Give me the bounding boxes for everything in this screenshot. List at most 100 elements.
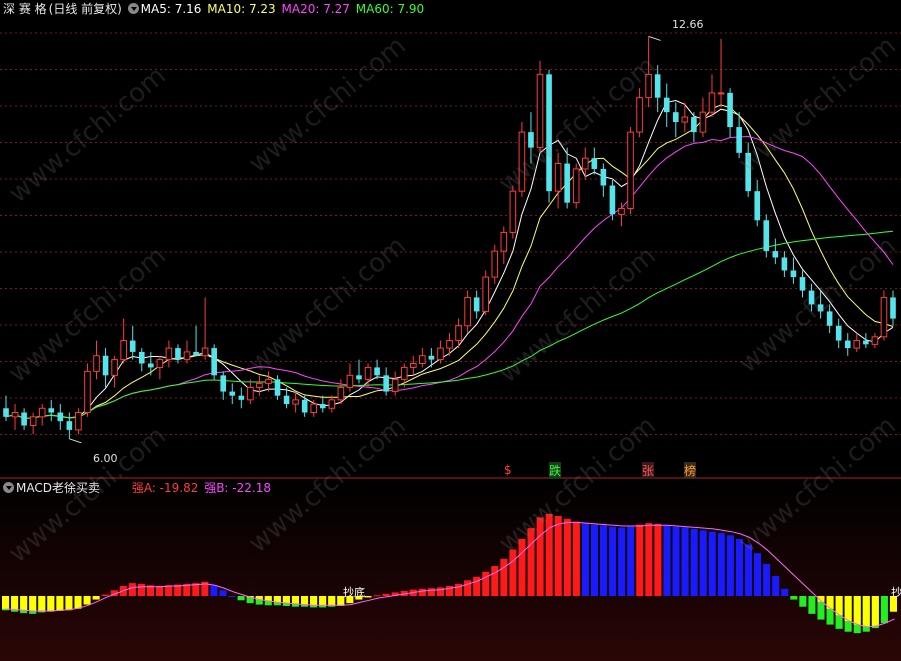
candle-body bbox=[310, 403, 318, 414]
candle-body bbox=[763, 220, 770, 252]
macd-bar bbox=[563, 518, 571, 596]
price-header: 深 赛 格 (日线 前复权) MA5: 7.16 MA10: 7.23 MA20:… bbox=[3, 2, 426, 16]
candle-body bbox=[708, 92, 716, 113]
macd-bar bbox=[373, 595, 381, 597]
candle-body bbox=[328, 399, 336, 409]
candle-body bbox=[564, 163, 570, 203]
candle-body bbox=[57, 412, 64, 422]
macd-bar bbox=[92, 596, 100, 600]
candle-body bbox=[600, 168, 607, 186]
candle-body bbox=[156, 359, 164, 368]
candle-body bbox=[29, 416, 37, 427]
macd-bar-overlay bbox=[11, 596, 19, 610]
candle-body bbox=[464, 296, 471, 327]
macd-bar-overlay bbox=[853, 596, 861, 625]
macd-bar bbox=[228, 596, 236, 597]
macd-bar-overlay bbox=[47, 596, 55, 611]
dropdown-icon[interactable] bbox=[127, 3, 139, 14]
macd-bar-overlay bbox=[328, 596, 336, 606]
macd-bar bbox=[210, 585, 218, 596]
candle-body bbox=[663, 97, 670, 113]
indicator-dropdown-icon[interactable] bbox=[3, 482, 14, 493]
candle-body bbox=[292, 399, 299, 405]
candle-body bbox=[627, 131, 634, 209]
macd-bar bbox=[790, 596, 798, 600]
macd-bar bbox=[128, 583, 136, 596]
ma10-value: MA10: 7.23 bbox=[207, 2, 276, 16]
candle-body bbox=[256, 382, 263, 388]
macd-bar-overlay bbox=[862, 596, 870, 627]
candle-body bbox=[247, 386, 254, 401]
macd-bar bbox=[781, 588, 789, 596]
macd-bar-overlay bbox=[20, 596, 28, 611]
candle-body bbox=[364, 366, 372, 380]
candle-body bbox=[183, 351, 191, 361]
macd-bar-overlay bbox=[56, 596, 64, 611]
candle-body bbox=[419, 355, 426, 364]
candle-body bbox=[618, 207, 625, 215]
candle-body bbox=[781, 257, 788, 271]
candle-body bbox=[337, 386, 345, 401]
indicator-header: MACD老徐买卖 强A: -19.82 强B: -22.18 bbox=[3, 481, 273, 495]
candle-body bbox=[165, 347, 173, 361]
candle-body bbox=[609, 185, 616, 215]
candle-body bbox=[727, 92, 733, 128]
macd-bar-overlay bbox=[2, 596, 10, 609]
macd-bar bbox=[654, 523, 662, 596]
candle-body bbox=[175, 348, 181, 360]
macd-bar bbox=[799, 596, 807, 607]
macd-bar-overlay bbox=[310, 596, 318, 606]
macd-bar bbox=[590, 524, 598, 596]
macd-bar-overlay bbox=[282, 596, 290, 604]
macd-bar bbox=[436, 587, 444, 596]
macd-bar-overlay bbox=[871, 596, 879, 626]
candle-body bbox=[437, 347, 444, 361]
macd-bar bbox=[717, 533, 725, 596]
candle-body bbox=[554, 163, 562, 192]
candle-body bbox=[238, 395, 245, 400]
stock-name: 深 赛 格 bbox=[3, 2, 47, 16]
macd-bar bbox=[672, 526, 680, 596]
macd-bar bbox=[382, 593, 390, 596]
candle-body bbox=[491, 250, 499, 278]
candle-body bbox=[111, 359, 118, 376]
candle-body bbox=[346, 374, 354, 388]
macd-bar-overlay bbox=[319, 596, 327, 606]
macd-bar-overlay bbox=[291, 596, 299, 604]
signal-mark-zhang: 张 bbox=[642, 462, 655, 479]
candle-body bbox=[38, 407, 46, 418]
candle-body bbox=[880, 296, 888, 338]
candle-body bbox=[319, 404, 326, 409]
macd-bar bbox=[237, 596, 245, 601]
macd-bar bbox=[663, 525, 671, 596]
macd-bar bbox=[83, 596, 91, 605]
macd-bar bbox=[219, 590, 227, 596]
candle-body bbox=[129, 340, 136, 352]
macd-bar bbox=[600, 525, 608, 596]
macd-bar bbox=[455, 583, 463, 596]
macd-bar bbox=[364, 596, 372, 598]
ma60-value: MA60: 7.90 bbox=[355, 2, 425, 16]
candle-body bbox=[211, 348, 217, 376]
macd-bar bbox=[627, 526, 635, 596]
macd-bar bbox=[500, 558, 508, 596]
macd-bar-overlay bbox=[826, 596, 834, 609]
candle-body bbox=[835, 325, 842, 341]
candle-body bbox=[446, 340, 453, 349]
candle-body bbox=[853, 340, 861, 349]
macd-bar bbox=[808, 596, 816, 614]
candle-body bbox=[681, 116, 689, 123]
candle-body bbox=[591, 158, 598, 169]
macd-bar bbox=[581, 523, 589, 596]
macd-bar bbox=[681, 527, 689, 596]
candle-body bbox=[691, 117, 697, 133]
period-label: (日线 前复权) bbox=[48, 2, 122, 16]
candle-body bbox=[717, 92, 725, 95]
candle-body bbox=[455, 325, 462, 342]
candle-body bbox=[138, 351, 145, 364]
macd-bar bbox=[880, 596, 888, 624]
macd-bar bbox=[618, 527, 626, 596]
candle-body bbox=[120, 340, 127, 361]
candle-body bbox=[871, 336, 879, 345]
macd-bar bbox=[427, 588, 435, 596]
